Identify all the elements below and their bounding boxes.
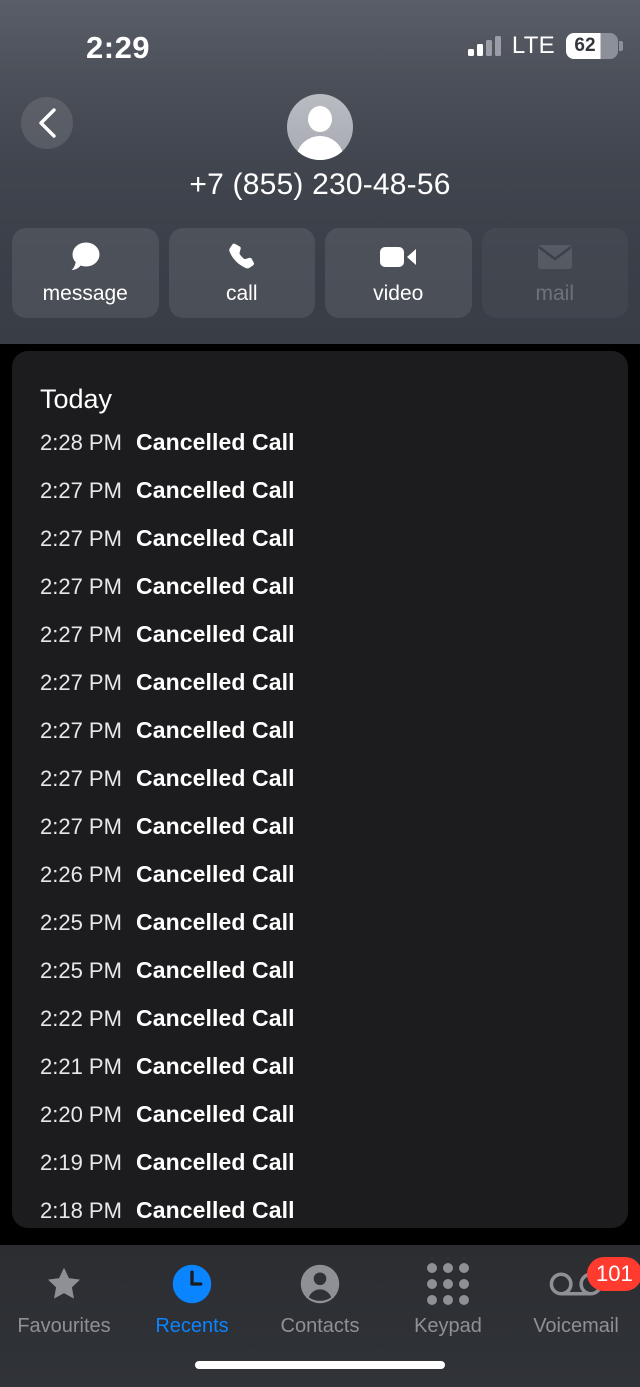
call-history-card: Today 2:28 PM Cancelled Call 2:27 PM Cancel… — [12, 351, 628, 1228]
contact-header: 2:29 LTE 62 +7 (855) 230-48-56 message c… — [0, 0, 640, 344]
tab-favourites[interactable]: Favourites — [0, 1261, 128, 1338]
tab-contacts[interactable]: Contacts — [256, 1261, 384, 1338]
call-row-time: 2:22 PM — [40, 1006, 122, 1031]
call-history-row[interactable]: 2:27 PM Cancelled Call — [12, 477, 628, 525]
call-row-label: Cancelled Call — [136, 909, 295, 935]
call-row-time: 2:18 PM — [40, 1198, 122, 1223]
tab-contacts-label: Contacts — [280, 1315, 360, 1337]
video-button[interactable]: video — [325, 228, 472, 318]
call-row-time: 2:26 PM — [40, 862, 122, 887]
call-history-row[interactable]: 2:18 PM Cancelled Call — [12, 1197, 628, 1228]
call-history-row[interactable]: 2:27 PM Cancelled Call — [12, 621, 628, 669]
call-row-label: Cancelled Call — [136, 573, 295, 599]
status-bar-time: 2:29 — [86, 30, 151, 65]
status-bar: 2:29 LTE 62 — [0, 0, 640, 78]
tab-recents-label: Recents — [155, 1315, 229, 1337]
call-row-time: 2:27 PM — [40, 526, 122, 551]
call-row-label: Cancelled Call — [136, 429, 295, 455]
call-row-time: 2:27 PM — [40, 574, 122, 599]
call-row-label: Cancelled Call — [136, 1197, 295, 1223]
call-history-row[interactable]: 2:27 PM Cancelled Call — [12, 717, 628, 765]
phone-call-details-screen: 2:29 LTE 62 +7 (855) 230-48-56 message c… — [0, 0, 640, 1387]
voicemail-badge: 101 — [587, 1257, 640, 1291]
phone-handset-icon — [226, 241, 258, 273]
tab-recents[interactable]: Recents — [128, 1261, 256, 1338]
call-row-label: Cancelled Call — [136, 525, 295, 551]
call-history-row[interactable]: 2:27 PM Cancelled Call — [12, 669, 628, 717]
call-row-label: Cancelled Call — [136, 1053, 295, 1079]
call-history-row[interactable]: 2:21 PM Cancelled Call — [12, 1053, 628, 1101]
call-row-label: Cancelled Call — [136, 477, 295, 503]
message-button[interactable]: message — [12, 228, 159, 318]
chevron-left-icon — [39, 108, 56, 138]
avatar — [287, 94, 353, 160]
call-history-row[interactable]: 2:28 PM Cancelled Call — [12, 429, 628, 477]
call-row-label: Cancelled Call — [136, 765, 295, 791]
call-row-label: Cancelled Call — [136, 861, 295, 887]
call-history-row[interactable]: 2:27 PM Cancelled Call — [12, 525, 628, 573]
network-type-label: LTE — [511, 32, 555, 59]
call-button[interactable]: call — [168, 228, 315, 318]
message-bubble-icon — [67, 241, 103, 273]
signal-bars-icon — [467, 36, 501, 56]
call-row-label: Cancelled Call — [136, 957, 295, 983]
clock-icon — [171, 1261, 213, 1307]
call-history-row[interactable]: 2:19 PM Cancelled Call — [12, 1149, 628, 1197]
call-row-label: Cancelled Call — [136, 717, 295, 743]
tab-voicemail-label: Voicemail — [533, 1315, 619, 1337]
battery-percent-label: 62 — [574, 35, 596, 56]
video-button-label: video — [373, 281, 424, 305]
call-history-row[interactable]: 2:27 PM Cancelled Call — [12, 573, 628, 621]
call-history-row[interactable]: 2:27 PM Cancelled Call — [12, 765, 628, 813]
call-row-label: Cancelled Call — [136, 621, 295, 647]
call-row-time: 2:27 PM — [40, 670, 122, 695]
page-title: +7 (855) 230-48-56 — [189, 168, 451, 201]
mail-button: mail — [482, 228, 629, 318]
section-header-today: Today — [40, 384, 113, 414]
voicemail-icon: 101 — [549, 1257, 640, 1307]
call-row-time: 2:21 PM — [40, 1054, 122, 1079]
battery-icon: 62 — [566, 33, 623, 59]
home-indicator[interactable] — [195, 1361, 445, 1369]
call-row-label: Cancelled Call — [136, 669, 295, 695]
call-row-time: 2:28 PM — [40, 430, 122, 455]
call-row-time: 2:27 PM — [40, 814, 122, 839]
call-row-time: 2:27 PM — [40, 766, 122, 791]
quick-actions: message call video mail — [12, 228, 628, 318]
call-history-row[interactable]: 2:25 PM Cancelled Call — [12, 957, 628, 1005]
call-history-row[interactable]: 2:25 PM Cancelled Call — [12, 909, 628, 957]
call-history-row[interactable]: 2:26 PM Cancelled Call — [12, 861, 628, 909]
person-icon — [299, 1261, 341, 1307]
tab-keypad[interactable]: Keypad — [384, 1261, 512, 1338]
call-history-row[interactable]: 2:22 PM Cancelled Call — [12, 1005, 628, 1053]
call-row-time: 2:20 PM — [40, 1102, 122, 1127]
message-button-label: message — [42, 281, 128, 305]
tab-keypad-label: Keypad — [414, 1315, 482, 1337]
call-row-label: Cancelled Call — [136, 813, 295, 839]
call-row-label: Cancelled Call — [136, 1101, 295, 1127]
call-row-time: 2:27 PM — [40, 622, 122, 647]
tab-bar: Favourites Recents Contacts Keypad 101 V… — [0, 1245, 640, 1387]
call-history-list: 2:28 PM Cancelled Call 2:27 PM Cancelled Ca… — [12, 429, 628, 1228]
star-icon — [44, 1261, 84, 1307]
call-row-time: 2:19 PM — [40, 1150, 122, 1175]
call-row-time: 2:27 PM — [40, 478, 122, 503]
keypad-grid-icon — [427, 1261, 469, 1307]
call-row-time: 2:25 PM — [40, 910, 122, 935]
tab-voicemail[interactable]: 101 Voicemail — [512, 1257, 640, 1338]
status-bar-indicators: LTE 62 — [467, 32, 623, 60]
envelope-icon — [537, 241, 573, 273]
tab-favourites-label: Favourites — [17, 1315, 111, 1337]
call-button-label: call — [225, 281, 258, 305]
call-history-row[interactable]: 2:27 PM Cancelled Call — [12, 813, 628, 861]
call-history-row[interactable]: 2:20 PM Cancelled Call — [12, 1101, 628, 1149]
call-row-time: 2:25 PM — [40, 958, 122, 983]
back-button[interactable] — [21, 97, 73, 149]
call-row-time: 2:27 PM — [40, 718, 122, 743]
video-camera-icon — [379, 241, 417, 273]
mail-button-label: mail — [535, 281, 574, 305]
call-row-label: Cancelled Call — [136, 1149, 295, 1175]
call-row-label: Cancelled Call — [136, 1005, 295, 1031]
